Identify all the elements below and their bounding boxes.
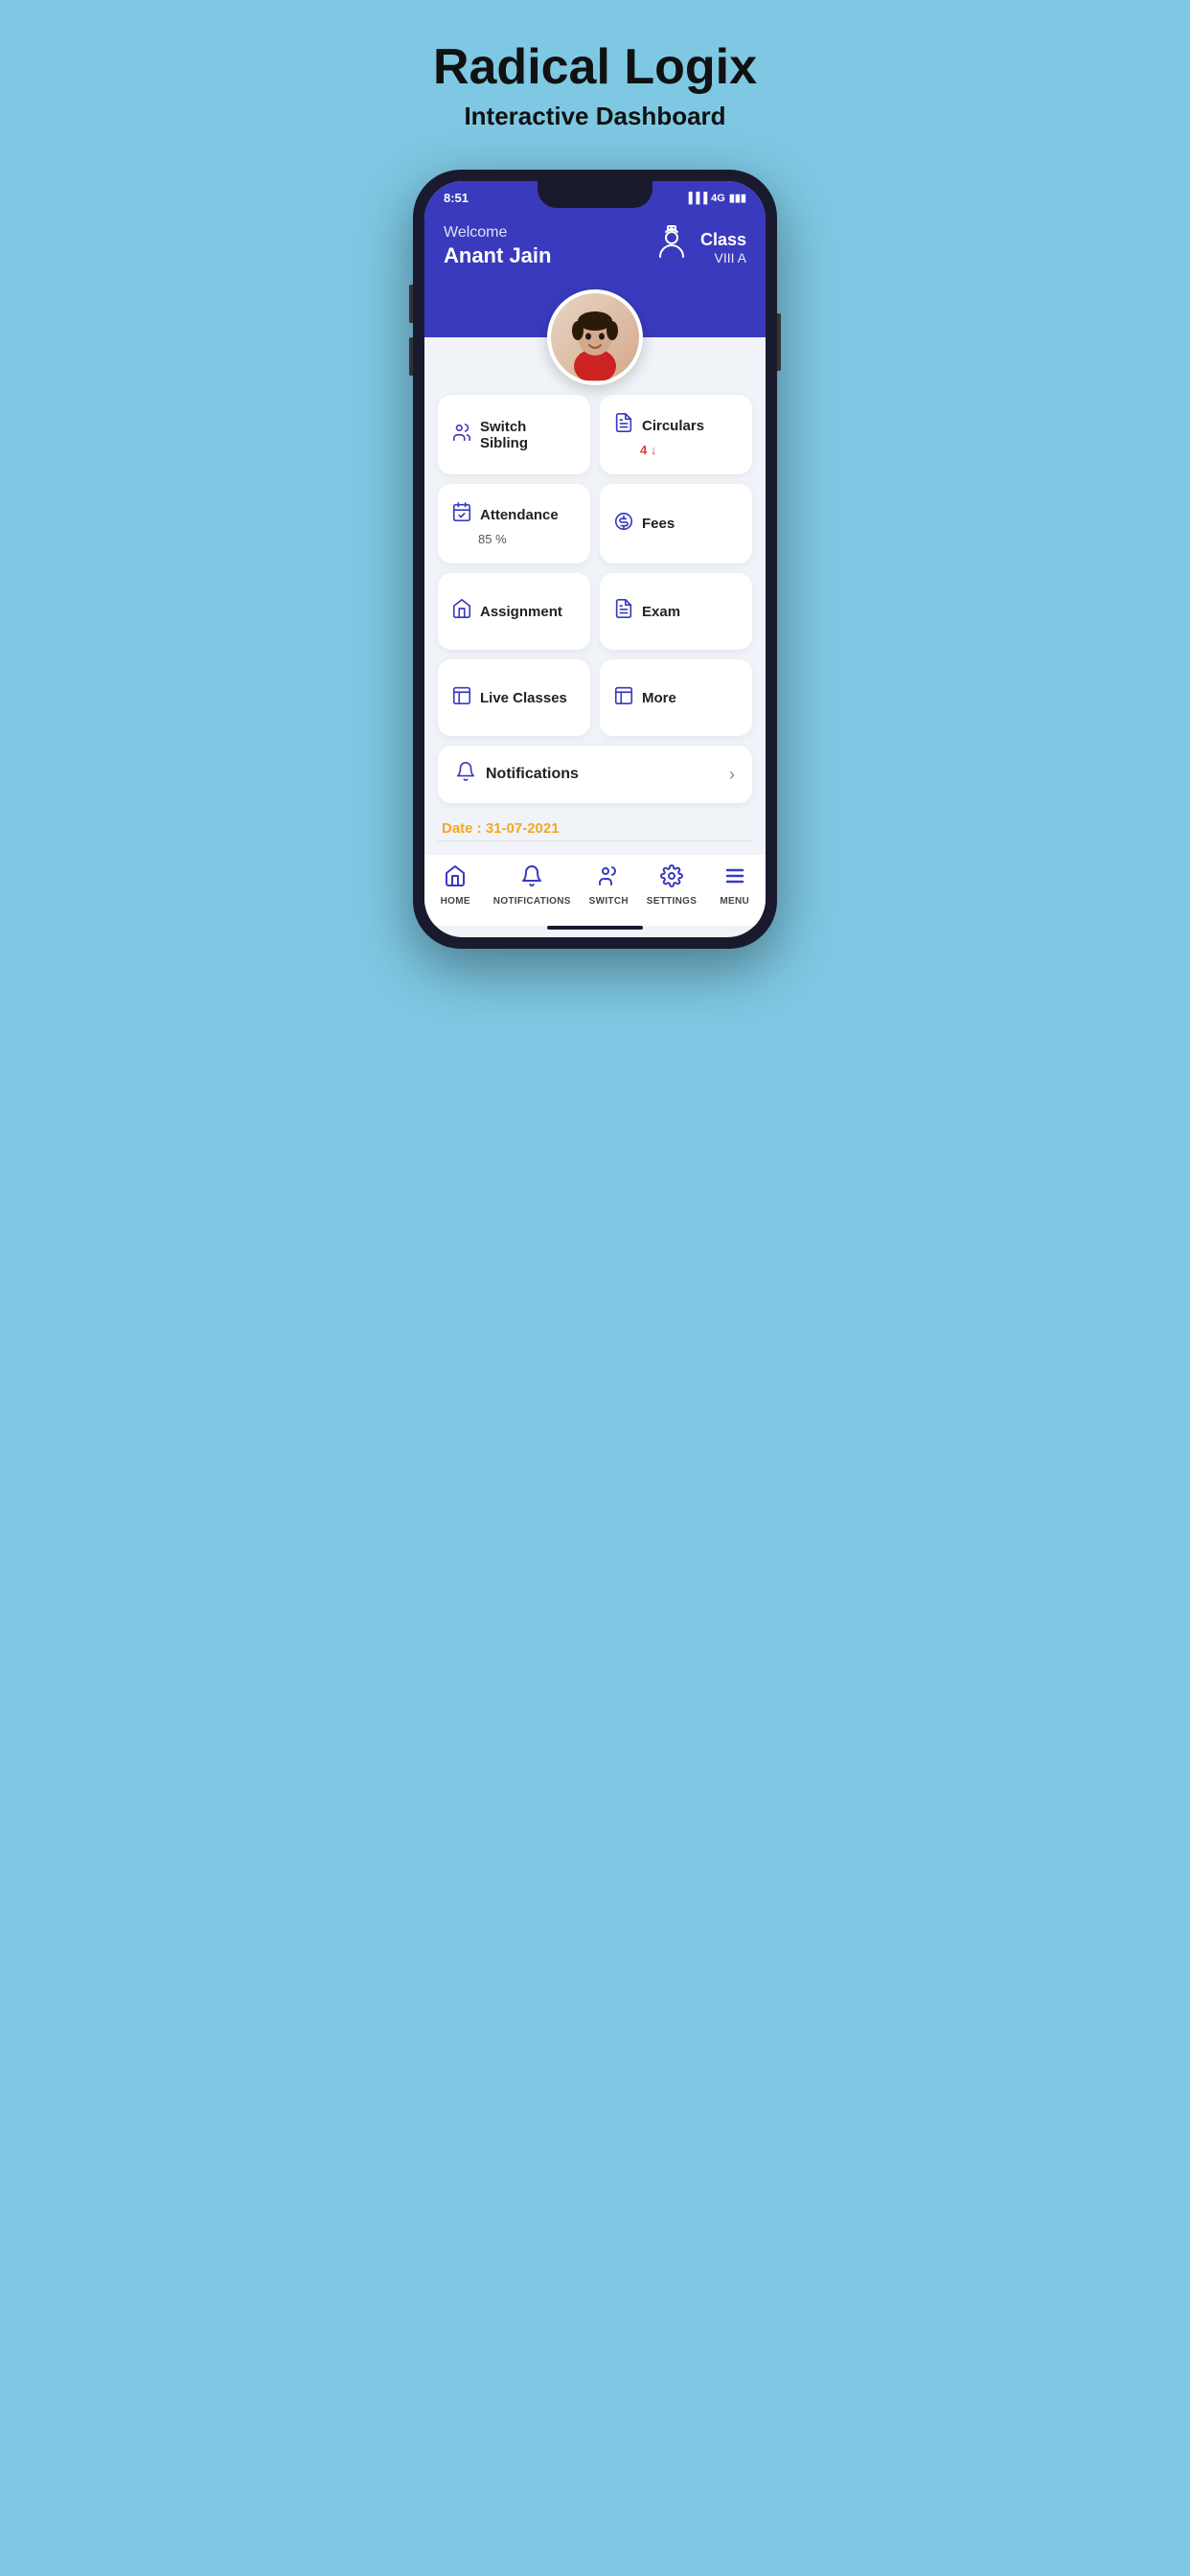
- notifications-label: Notifications: [486, 766, 579, 783]
- assignment-card[interactable]: Assignment: [438, 573, 590, 650]
- nav-bell-icon: [520, 864, 543, 893]
- circulars-sub: 4 ↓: [613, 443, 656, 457]
- switch-sibling-icon: [451, 422, 472, 448]
- grid-row-4: Live Classes More: [438, 659, 752, 736]
- fees-card[interactable]: Fees: [600, 484, 752, 564]
- attendance-label: Attendance: [480, 507, 559, 523]
- nav-menu[interactable]: MENU: [711, 864, 759, 907]
- fees-label: Fees: [642, 516, 675, 532]
- volume-up-button: [409, 285, 413, 323]
- app-title: Radical Logix: [433, 38, 757, 96]
- class-label: Class: [700, 230, 746, 250]
- battery-icon: ▮▮▮: [729, 192, 746, 204]
- circulars-label: Circulars: [642, 418, 704, 434]
- switch-sibling-label: Switch Sibling: [480, 419, 577, 451]
- grid-row-2: Attendance 85 %: [438, 484, 752, 564]
- attendance-card[interactable]: Attendance 85 %: [438, 484, 590, 564]
- welcome-label: Welcome: [444, 224, 551, 242]
- grid-row-1: Switch Sibling: [438, 395, 752, 474]
- welcome-section: Welcome Anant Jain: [444, 224, 551, 268]
- exam-label: Exam: [642, 604, 680, 620]
- switch-sibling-card[interactable]: Switch Sibling: [438, 395, 590, 474]
- content-area: Switch Sibling: [424, 395, 766, 855]
- attendance-sub: 85 %: [451, 532, 507, 546]
- nav-settings-label: SETTINGS: [647, 896, 697, 907]
- app-subtitle: Interactive Dashboard: [464, 102, 725, 131]
- nav-home-label: HOME: [441, 896, 470, 907]
- nav-home[interactable]: HOME: [431, 864, 479, 907]
- notifications-icon: [455, 761, 476, 788]
- avatar: [547, 289, 643, 385]
- exam-card[interactable]: Exam: [600, 573, 752, 650]
- assignment-label: Assignment: [480, 604, 562, 620]
- nav-notifications[interactable]: NOTIFICATIONS: [493, 864, 571, 907]
- nav-switch[interactable]: SWITCH: [584, 864, 632, 907]
- circulars-icon: [613, 412, 634, 439]
- grid-row-3: Assignment: [438, 573, 752, 650]
- status-time: 8:51: [444, 191, 469, 205]
- date-bar: Date : 31-07-2021: [438, 813, 752, 841]
- signal-icon: ▐▐▐: [685, 193, 707, 204]
- home-indicator: [547, 926, 643, 930]
- notch: [538, 181, 652, 208]
- more-card[interactable]: More: [600, 659, 752, 736]
- chevron-right-icon: ›: [729, 765, 735, 785]
- attendance-icon: [451, 501, 472, 528]
- phone-screen: 8:51 ▐▐▐ 4G ▮▮▮ Welcome Anant Jain: [424, 181, 766, 937]
- more-icon: [613, 684, 634, 711]
- class-info: Class VIII A: [700, 230, 746, 265]
- class-value: VIII A: [700, 250, 746, 265]
- nav-switch-label: SWITCH: [589, 896, 629, 907]
- assignment-icon: [451, 598, 472, 625]
- live-classes-label: Live Classes: [480, 690, 567, 706]
- volume-down-button: [409, 337, 413, 376]
- nav-switch-icon: [597, 864, 620, 893]
- network-type: 4G: [711, 193, 725, 204]
- nav-settings[interactable]: SETTINGS: [647, 864, 697, 907]
- graduation-icon: [652, 224, 691, 270]
- user-name: Anant Jain: [444, 243, 551, 268]
- avatar-image: [551, 293, 639, 381]
- home-icon: [444, 864, 467, 893]
- class-section: Class VIII A: [652, 224, 746, 270]
- power-button: [777, 313, 781, 371]
- nav-menu-label: MENU: [720, 896, 749, 907]
- circulars-card[interactable]: Circulars 4 ↓: [600, 395, 752, 474]
- bottom-nav: HOME NOTIFICATIONS: [424, 855, 766, 926]
- exam-icon: [613, 598, 634, 625]
- phone-frame: 8:51 ▐▐▐ 4G ▮▮▮ Welcome Anant Jain: [413, 170, 777, 949]
- live-classes-icon: [451, 684, 472, 711]
- avatar-area: [424, 289, 766, 385]
- menu-icon: [723, 864, 746, 893]
- nav-notifications-label: NOTIFICATIONS: [493, 896, 571, 907]
- fees-icon: [613, 511, 634, 538]
- live-classes-card[interactable]: Live Classes: [438, 659, 590, 736]
- status-icons: ▐▐▐ 4G ▮▮▮: [685, 192, 746, 204]
- settings-icon: [660, 864, 683, 893]
- notif-left: Notifications: [455, 761, 579, 788]
- more-label: More: [642, 690, 676, 706]
- notifications-bar[interactable]: Notifications ›: [438, 746, 752, 803]
